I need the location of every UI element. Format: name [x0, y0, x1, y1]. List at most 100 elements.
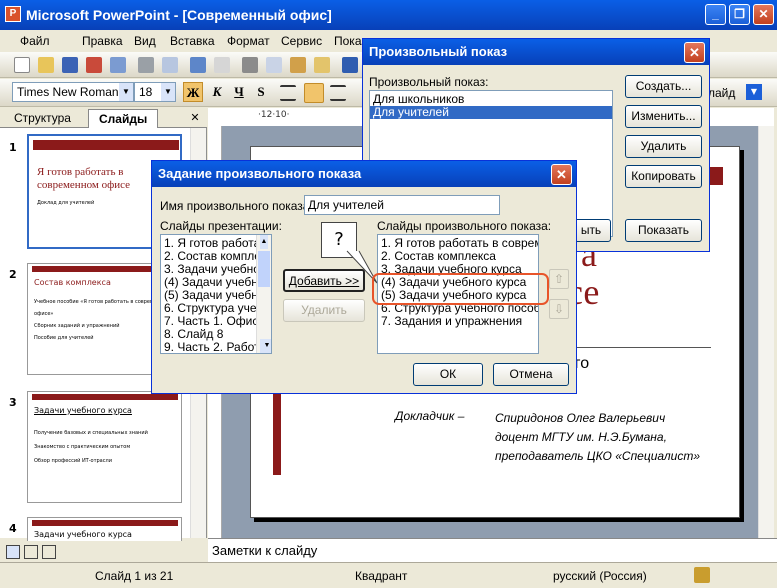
- reporter-name: Спиридонов Олег Валерьевич: [495, 411, 666, 425]
- slideshow-view-icon[interactable]: [42, 545, 56, 559]
- highlight-box: [372, 273, 549, 305]
- window-title: Microsoft PowerPoint - [Современный офис…: [26, 7, 332, 23]
- email-icon[interactable]: [110, 57, 126, 73]
- undo-icon[interactable]: [342, 57, 358, 73]
- slide-thumb-4[interactable]: Задачи учебного курса: [27, 517, 182, 541]
- close-icon[interactable]: ✕: [188, 111, 202, 125]
- define-show-titlebar: Задание произвольного показа ✕: [152, 161, 576, 187]
- thumb-number: 3: [9, 396, 17, 409]
- underline-button[interactable]: Ч: [229, 82, 249, 102]
- align-left-icon[interactable]: [280, 85, 296, 101]
- create-button[interactable]: Создать...: [625, 75, 702, 98]
- preview-icon[interactable]: [162, 57, 178, 73]
- thumb-number: 2: [9, 268, 17, 281]
- show-name-input[interactable]: [304, 195, 500, 215]
- notes-placeholder: Заметки к слайду: [212, 543, 318, 558]
- reporter-role: преподаватель ЦКО «Специалист»: [495, 449, 701, 463]
- scroll-up-icon[interactable]: ▲: [260, 235, 268, 249]
- list-item-selected[interactable]: Для учителей: [370, 106, 612, 119]
- thumb-accent-bar: [32, 394, 178, 400]
- paste-icon[interactable]: [290, 57, 306, 73]
- powerpoint-app-icon[interactable]: P: [5, 6, 21, 22]
- thumb-bullet: Обзор профессий ИТ-отрасли: [34, 458, 112, 464]
- delete-button[interactable]: Удалить: [625, 135, 702, 158]
- thumb-bullets: Получение базовых и специальных знаний З…: [34, 426, 174, 468]
- status-design: Квадрант: [355, 569, 408, 583]
- new-icon[interactable]: [14, 57, 30, 73]
- move-down-icon[interactable]: ⇩: [549, 299, 569, 319]
- copy-button[interactable]: Копировать: [625, 165, 702, 188]
- close-button[interactable]: ✕: [753, 4, 774, 25]
- thumb-title: Задачи учебного курса: [34, 530, 132, 539]
- close-icon[interactable]: ✕: [684, 42, 705, 63]
- close-icon[interactable]: ✕: [551, 164, 572, 185]
- custom-show-list-label: Произвольный показ:: [369, 75, 489, 89]
- new-slide-label[interactable]: лайд: [708, 86, 735, 100]
- custom-show-title: Произвольный показ: [369, 44, 508, 59]
- source-slides-list[interactable]: 1. Я готов работать 2. Состав комплек 3.…: [160, 234, 272, 354]
- slide-reporter-block: Спиридонов Олег Валерьевич доцент МГТУ и…: [495, 409, 700, 466]
- permission-icon[interactable]: [86, 57, 102, 73]
- chevron-down-icon[interactable]: ▼: [161, 83, 175, 101]
- menu-tools[interactable]: Сервис: [281, 34, 322, 48]
- open-icon[interactable]: [38, 57, 54, 73]
- status-bar: Слайд 1 из 21 Квадрант русский (Россия): [0, 562, 777, 588]
- slide-reporter-label: Докладчик –: [395, 409, 465, 423]
- save-icon[interactable]: [62, 57, 78, 73]
- custom-show-titlebar: Произвольный показ ✕: [363, 39, 709, 65]
- menu-file[interactable]: Файл: [20, 34, 50, 48]
- move-up-icon[interactable]: ⇧: [549, 269, 569, 289]
- notes-pane[interactable]: Заметки к слайду: [208, 538, 777, 562]
- ok-button[interactable]: ОК: [413, 363, 483, 386]
- font-size-value: 18: [139, 85, 153, 99]
- source-list-scrollbar[interactable]: ▲ ▼: [256, 235, 271, 353]
- reporter-position: доцент МГТУ им. Н.Э.Бумана,: [495, 430, 667, 444]
- shadow-button[interactable]: S: [251, 82, 271, 102]
- thumb-number: 4: [9, 522, 17, 535]
- thumb-title: Состав комплекса: [34, 278, 111, 287]
- thumb-bullet: Знакомство с практическим опытом: [34, 444, 131, 450]
- remove-slide-button[interactable]: Удалить: [283, 299, 365, 322]
- show-name-label: Имя произвольного показа:: [160, 199, 313, 213]
- define-show-title: Задание произвольного показа: [158, 166, 362, 181]
- status-language: русский (Россия): [553, 569, 647, 583]
- research-icon[interactable]: [214, 57, 230, 73]
- main-scrollbar[interactable]: [758, 126, 774, 538]
- view-buttons: [0, 545, 60, 561]
- menu-format[interactable]: Формат: [227, 34, 270, 48]
- toolbar-options-icon[interactable]: ▼: [746, 84, 762, 100]
- format-painter-icon[interactable]: [314, 57, 330, 73]
- slide-thumb-3[interactable]: Задачи учебного курса Получение базовых …: [27, 391, 182, 503]
- sorter-view-icon[interactable]: [24, 545, 38, 559]
- list-item[interactable]: 7. Задания и упражнения: [378, 315, 538, 328]
- chevron-down-icon[interactable]: ▼: [119, 83, 133, 101]
- font-name-combo[interactable]: Times New Roman ▼: [12, 82, 134, 102]
- font-size-combo[interactable]: 18 ▼: [134, 82, 176, 102]
- bold-button[interactable]: Ж: [183, 82, 203, 102]
- normal-view-icon[interactable]: [6, 545, 20, 559]
- cut-icon[interactable]: [242, 57, 258, 73]
- tab-slides[interactable]: Слайды: [88, 109, 159, 128]
- thumb-number: 1: [9, 141, 17, 154]
- menu-edit[interactable]: Правка: [82, 34, 123, 48]
- scroll-thumb[interactable]: [258, 251, 270, 287]
- align-center-icon[interactable]: [304, 83, 324, 103]
- thumb-subtitle: Доклад для учителей: [37, 200, 95, 206]
- menu-insert[interactable]: Вставка: [170, 34, 215, 48]
- restore-button[interactable]: ❐: [729, 4, 750, 25]
- spelling-status-icon[interactable]: [694, 567, 710, 583]
- source-slides-label: Слайды презентации:: [160, 219, 282, 233]
- align-right-icon[interactable]: [330, 85, 346, 101]
- list-item[interactable]: 9. Часть 2. Работ: [161, 341, 271, 354]
- edit-button[interactable]: Изменить...: [625, 105, 702, 128]
- spelling-icon[interactable]: [190, 57, 206, 73]
- scroll-down-icon[interactable]: ▼: [260, 339, 271, 353]
- minimize-button[interactable]: _: [705, 4, 726, 25]
- cancel-button[interactable]: Отмена: [493, 363, 569, 386]
- show-button[interactable]: Показать: [625, 219, 702, 242]
- print-icon[interactable]: [138, 57, 154, 73]
- italic-button[interactable]: К: [207, 82, 227, 102]
- copy-icon[interactable]: [266, 57, 282, 73]
- menu-view[interactable]: Вид: [134, 34, 156, 48]
- tab-structure[interactable]: Структура: [4, 109, 81, 128]
